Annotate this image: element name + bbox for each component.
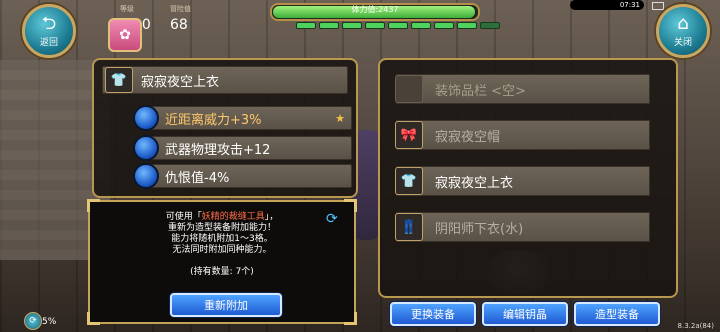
energy-segment xyxy=(365,22,385,29)
hp-text: 体力值:2437 xyxy=(351,5,399,14)
held-count: (持有数量: 7个) xyxy=(190,267,254,277)
gift-box-button[interactable]: ✿ xyxy=(108,18,142,52)
selected-item-header: 👕 寂寂夜空上衣 xyxy=(102,66,348,94)
explore-value: 68 xyxy=(170,17,188,33)
home-icon: ⌂ xyxy=(677,12,689,34)
explore-label: 冒险值 xyxy=(170,5,191,13)
hp-bar: 体力值:2437 xyxy=(270,3,480,21)
back-button[interactable]: ⮌ 返回 xyxy=(22,4,76,58)
frame-corner xyxy=(344,199,357,212)
attribute-orb-icon xyxy=(133,105,159,131)
attribute-orb-icon xyxy=(133,135,159,161)
equipment-slot-bottom[interactable]: 👖 阴阳师下衣(水) xyxy=(395,212,650,242)
back-arrow-icon: ⮌ xyxy=(41,12,57,34)
attribute-row[interactable]: 仇恨值-4% xyxy=(133,163,352,189)
energy-segment xyxy=(388,22,408,29)
info-line-2: 重新为造型装备附加能力！ xyxy=(167,223,276,233)
status-pill: 07:31 xyxy=(570,0,644,10)
attribute-orb-icon xyxy=(133,163,159,189)
attribute-row[interactable]: 近距离威力+3% ★ xyxy=(133,105,352,131)
star-icon: ★ xyxy=(335,111,345,125)
reattach-button[interactable]: 重新附加 xyxy=(170,293,282,317)
energy-segment xyxy=(480,22,500,29)
info-line-3: 能力将随机附加1～3格。 xyxy=(171,234,273,244)
edit-crystal-button[interactable]: 编辑钥晶 xyxy=(482,302,568,326)
info-line-4: 无法同时附加同种能力。 xyxy=(172,245,272,255)
energy-segment xyxy=(411,22,431,29)
hat-icon: 🎀 xyxy=(395,121,423,149)
network-icon: ⟳ xyxy=(24,312,42,330)
clock: 07:31 xyxy=(619,1,640,9)
slot-label: 寂寂夜空上衣 xyxy=(435,175,514,191)
slot-label: 寂寂夜空帽 xyxy=(435,129,501,145)
attribute-row[interactable]: 武器物理攻击+12 xyxy=(133,135,352,161)
version-text: 8.3.2a(84) xyxy=(677,322,714,330)
energy-segment xyxy=(457,22,477,29)
close-button[interactable]: ⌂ 关闭 xyxy=(656,4,710,58)
energy-bar xyxy=(296,22,500,29)
back-button-label: 返回 xyxy=(39,37,58,48)
energy-segment xyxy=(342,22,362,29)
swap-equipment-button[interactable]: 更换装备 xyxy=(390,302,476,326)
style-equipment-button[interactable]: 造型装备 xyxy=(574,302,660,326)
equipment-slot-accessory[interactable]: 装饰品栏 <空> xyxy=(395,74,650,104)
gift-icon: ✿ xyxy=(119,27,131,43)
energy-segment xyxy=(434,22,454,29)
info-text: 可使用「妖精的裁缝工具」， 重新为造型装备附加能力！ 能力将随机附加1～3格。 … xyxy=(90,212,354,256)
equipment-slot-hat[interactable]: 🎀 寂寂夜空帽 xyxy=(395,120,650,150)
attribute-text: 武器物理攻击+12 xyxy=(165,142,271,158)
pants-icon: 👖 xyxy=(395,213,423,241)
info-line-1: 可使用「妖精的裁缝工具」， xyxy=(165,212,279,222)
attribute-text: 仇恨值-4% xyxy=(165,170,230,186)
energy-segment xyxy=(296,22,316,29)
frame-corner xyxy=(87,199,100,212)
frame-corner xyxy=(87,312,100,325)
close-button-label: 关闭 xyxy=(673,37,692,48)
shirt-icon: 👕 xyxy=(395,167,423,195)
battery-icon xyxy=(652,2,664,10)
tool-name: 妖精的裁缝工具 xyxy=(201,212,265,222)
network-percent: 5% xyxy=(42,317,57,327)
empty-slot-icon xyxy=(395,75,423,103)
selected-item-name: 寂寂夜空上衣 xyxy=(141,74,220,90)
shirt-icon: 👕 xyxy=(105,67,133,93)
level-label: 等级 xyxy=(120,5,134,13)
equipment-slots-panel: 装饰品栏 <空> 🎀 寂寂夜空帽 👕 寂寂夜空上衣 👖 阴阳师下衣(水) xyxy=(378,58,678,298)
item-attributes-panel: 👕 寂寂夜空上衣 近距离威力+3% ★ 武器物理攻击+12 仇恨值-4% xyxy=(92,58,358,198)
attribute-text: 近距离威力+3% xyxy=(165,112,262,128)
reattach-info-panel: ⟳ 可使用「妖精的裁缝工具」， 重新为造型装备附加能力！ 能力将随机附加1～3格… xyxy=(87,199,357,325)
energy-segment xyxy=(319,22,339,29)
slot-label: 装饰品栏 <空> xyxy=(435,83,526,99)
equipment-slot-top[interactable]: 👕 寂寂夜空上衣 xyxy=(395,166,650,196)
slot-label: 阴阳师下衣(水) xyxy=(435,221,524,237)
frame-corner xyxy=(344,312,357,325)
explore-stat: 冒险值 68 xyxy=(170,4,191,33)
